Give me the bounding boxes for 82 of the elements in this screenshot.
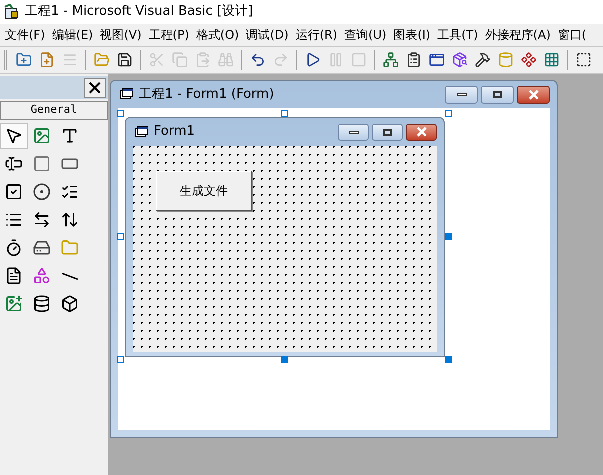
form-icon <box>120 88 134 101</box>
radio-icon <box>33 183 51 201</box>
redo-icon <box>272 52 288 68</box>
minimize-button[interactable] <box>338 124 369 140</box>
undo-icon <box>250 52 266 68</box>
toolbox-tool[interactable] <box>0 123 28 149</box>
menu-item[interactable]: 格式(O) <box>194 26 242 44</box>
resize-handle[interactable] <box>445 110 452 117</box>
minimize-button[interactable] <box>445 86 478 104</box>
resize-handle[interactable] <box>117 110 124 117</box>
picture-icon <box>33 127 51 145</box>
window-title: 工程1 - Microsoft Visual Basic [设计] <box>25 3 254 22</box>
menu-item[interactable]: 运行(R) <box>294 26 340 44</box>
designer-title: 工程1 - Form1 (Form) <box>139 86 276 104</box>
pause-icon <box>328 52 344 68</box>
paste-icon <box>194 52 210 68</box>
combo-list-icon <box>61 183 79 201</box>
form-title: Form1 <box>154 123 196 142</box>
file-icon <box>5 267 23 285</box>
add-project-icon <box>16 52 32 68</box>
hammer-icon <box>474 52 490 68</box>
close-button[interactable] <box>517 86 550 104</box>
tree-icon <box>382 52 398 68</box>
data-icon <box>33 295 51 313</box>
dashed-square-icon <box>576 52 592 68</box>
cut-icon <box>148 52 164 68</box>
drive-icon <box>33 239 51 257</box>
image-icon <box>5 295 23 313</box>
menu-item[interactable]: 文件(F) <box>3 26 48 44</box>
open-folder-icon <box>94 52 110 68</box>
menu-item[interactable]: 调试(D) <box>244 26 291 44</box>
text-field-icon <box>5 155 23 173</box>
stop-icon <box>350 52 366 68</box>
play-icon <box>304 52 320 68</box>
resize-handle[interactable] <box>445 356 452 363</box>
pointer-icon <box>5 127 23 145</box>
menu-item[interactable]: 外接程序(A) <box>483 26 553 44</box>
frame-icon <box>33 155 51 173</box>
stopwatch-icon <box>5 239 23 257</box>
box-icon <box>61 295 79 313</box>
menu-item[interactable]: 视图(V) <box>98 26 144 44</box>
save-icon <box>116 52 132 68</box>
add-form-icon <box>38 52 54 68</box>
generate-file-button[interactable]: 生成文件 <box>156 171 252 211</box>
window-icon <box>428 52 444 68</box>
close-button[interactable] <box>406 124 437 140</box>
menu-item[interactable]: 工具(T) <box>436 26 480 44</box>
close-icon <box>416 127 428 137</box>
resize-handle[interactable] <box>445 233 452 240</box>
list-icon <box>5 211 23 229</box>
find-icon <box>218 52 234 68</box>
menu-editor-icon <box>62 52 78 68</box>
app-icon <box>3 3 21 21</box>
package-search-icon <box>452 52 468 68</box>
menu-item[interactable]: 编辑(E) <box>50 26 96 44</box>
maximize-button[interactable] <box>481 86 514 104</box>
horizontal-scroll-icon <box>33 211 51 229</box>
copy-icon <box>172 52 188 68</box>
shapes-icon <box>33 267 51 285</box>
menu-item[interactable]: 工程(P) <box>146 26 192 44</box>
close-icon <box>89 82 101 94</box>
checkbox-icon <box>5 183 23 201</box>
vertical-scroll-icon <box>61 211 79 229</box>
close-button[interactable] <box>84 78 106 98</box>
menu-item[interactable]: 图表(I) <box>392 26 433 44</box>
resize-handle[interactable] <box>281 356 288 363</box>
menu-item[interactable]: 查询(U) <box>342 26 389 44</box>
resize-handle[interactable] <box>117 356 124 363</box>
close-icon <box>528 90 540 100</box>
toolbox-tab[interactable]: General <box>0 101 108 120</box>
menu-item[interactable]: 窗口( <box>556 26 589 44</box>
line-icon <box>62 272 78 280</box>
form-icon <box>135 126 149 138</box>
letter-icon <box>61 127 79 145</box>
cylinder-icon <box>498 52 514 68</box>
grid-icon <box>544 52 560 68</box>
resize-handle[interactable] <box>281 110 288 117</box>
component-icon <box>520 52 536 68</box>
maximize-button[interactable] <box>372 124 403 140</box>
properties-icon <box>406 52 422 68</box>
folder-icon <box>61 239 79 257</box>
resize-handle[interactable] <box>117 233 124 240</box>
